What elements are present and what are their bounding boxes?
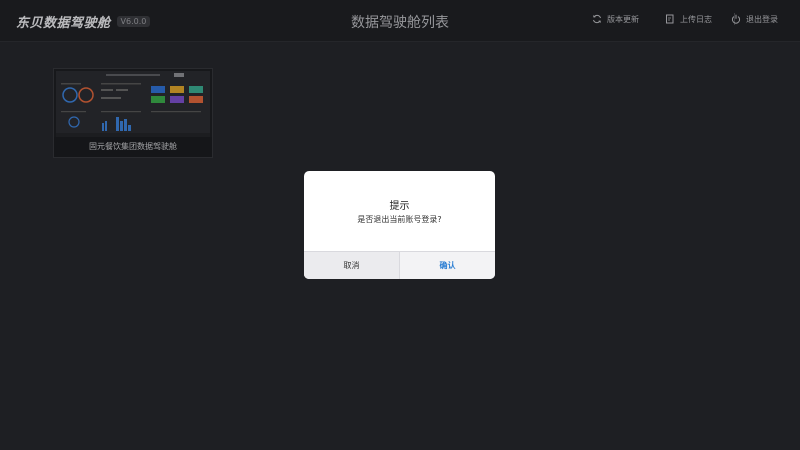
- logout-confirm-dialog: 提示 是否退出当前账号登录? 取消 确认: [304, 171, 495, 279]
- dialog-buttons: 取消 确认: [304, 251, 495, 279]
- confirm-button[interactable]: 确认: [400, 252, 495, 279]
- dialog-message: 是否退出当前账号登录?: [357, 215, 442, 224]
- dialog-title: 提示: [389, 201, 410, 212]
- cancel-button[interactable]: 取消: [304, 252, 400, 279]
